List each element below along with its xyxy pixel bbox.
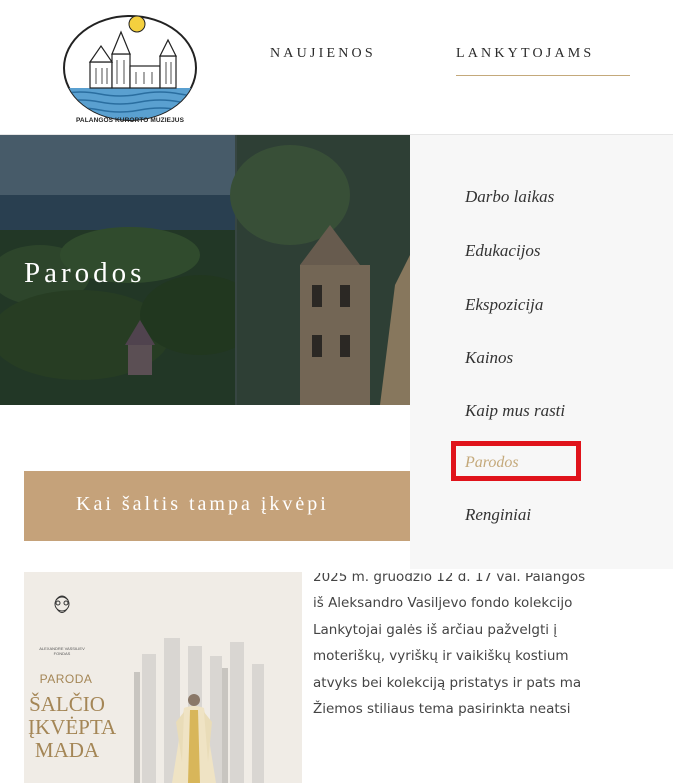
poster-fund-name: ALEXANDRE VASSILIEV FONDAS bbox=[39, 646, 85, 656]
nav-item-visitors[interactable]: LANKYTOJAMS bbox=[456, 46, 594, 62]
museum-logo[interactable]: PALANGOS KURORTO MUZIEJUS bbox=[40, 10, 220, 126]
poster-label: PARODA bbox=[39, 672, 93, 686]
page-title: Parodos bbox=[24, 257, 146, 289]
article-body: 2025 m. gruodžio 12 d. 17 val. Palangos … bbox=[313, 573, 673, 722]
menu-item-exposition[interactable]: Ekspozicija bbox=[465, 295, 543, 315]
exhibition-poster[interactable]: ALEXANDRE VASSILIEV FONDAS PARODA ŠALČIO … bbox=[24, 572, 302, 783]
article-line: iš Aleksandro Vasiljevo fondo kolekcijo bbox=[313, 595, 573, 612]
nav-item-news[interactable]: NAUJIENOS bbox=[270, 46, 376, 62]
menu-item-how-to-find[interactable]: Kaip mus rasti bbox=[465, 401, 565, 421]
menu-item-education[interactable]: Edukacijos bbox=[465, 241, 541, 261]
article-line: Žiemos stiliaus tema pasirinkta neatsi bbox=[313, 701, 571, 718]
poster-title-line-2: ĮKVĖPTA bbox=[28, 715, 117, 739]
article-line: 2025 m. gruodžio 12 d. 17 val. Palangos bbox=[313, 573, 586, 585]
logo-caption: PALANGOS KURORTO MUZIEJUS bbox=[75, 117, 185, 124]
site-header: PALANGOS KURORTO MUZIEJUS NAUJIENOS LANK… bbox=[0, 0, 673, 135]
menu-item-working-hours[interactable]: Darbo laikas bbox=[465, 187, 554, 207]
menu-item-prices[interactable]: Kainos bbox=[465, 348, 513, 368]
highlight-box bbox=[451, 441, 581, 481]
article-line: atvyks bei kolekciją pristatys ir pats m… bbox=[313, 674, 582, 691]
visitors-dropdown-menu: Darbo laikas Edukacijos Ekspozicija Kain… bbox=[410, 135, 673, 569]
menu-item-events[interactable]: Renginiai bbox=[465, 505, 531, 525]
logo-emblem bbox=[63, 15, 197, 121]
exhibition-title: Kai šaltis tampa įkvėpi bbox=[76, 493, 329, 515]
nav-active-underline bbox=[456, 75, 630, 76]
poster-title-line-3: MADA bbox=[34, 738, 100, 762]
article-line: moteriškų, vyriškų ir vaikiškų kostium bbox=[313, 648, 569, 665]
poster-title-line-1: ŠALČIO bbox=[29, 692, 105, 716]
article-line: Lankytojai galės iš arčiau pažvelgti į bbox=[313, 621, 558, 638]
